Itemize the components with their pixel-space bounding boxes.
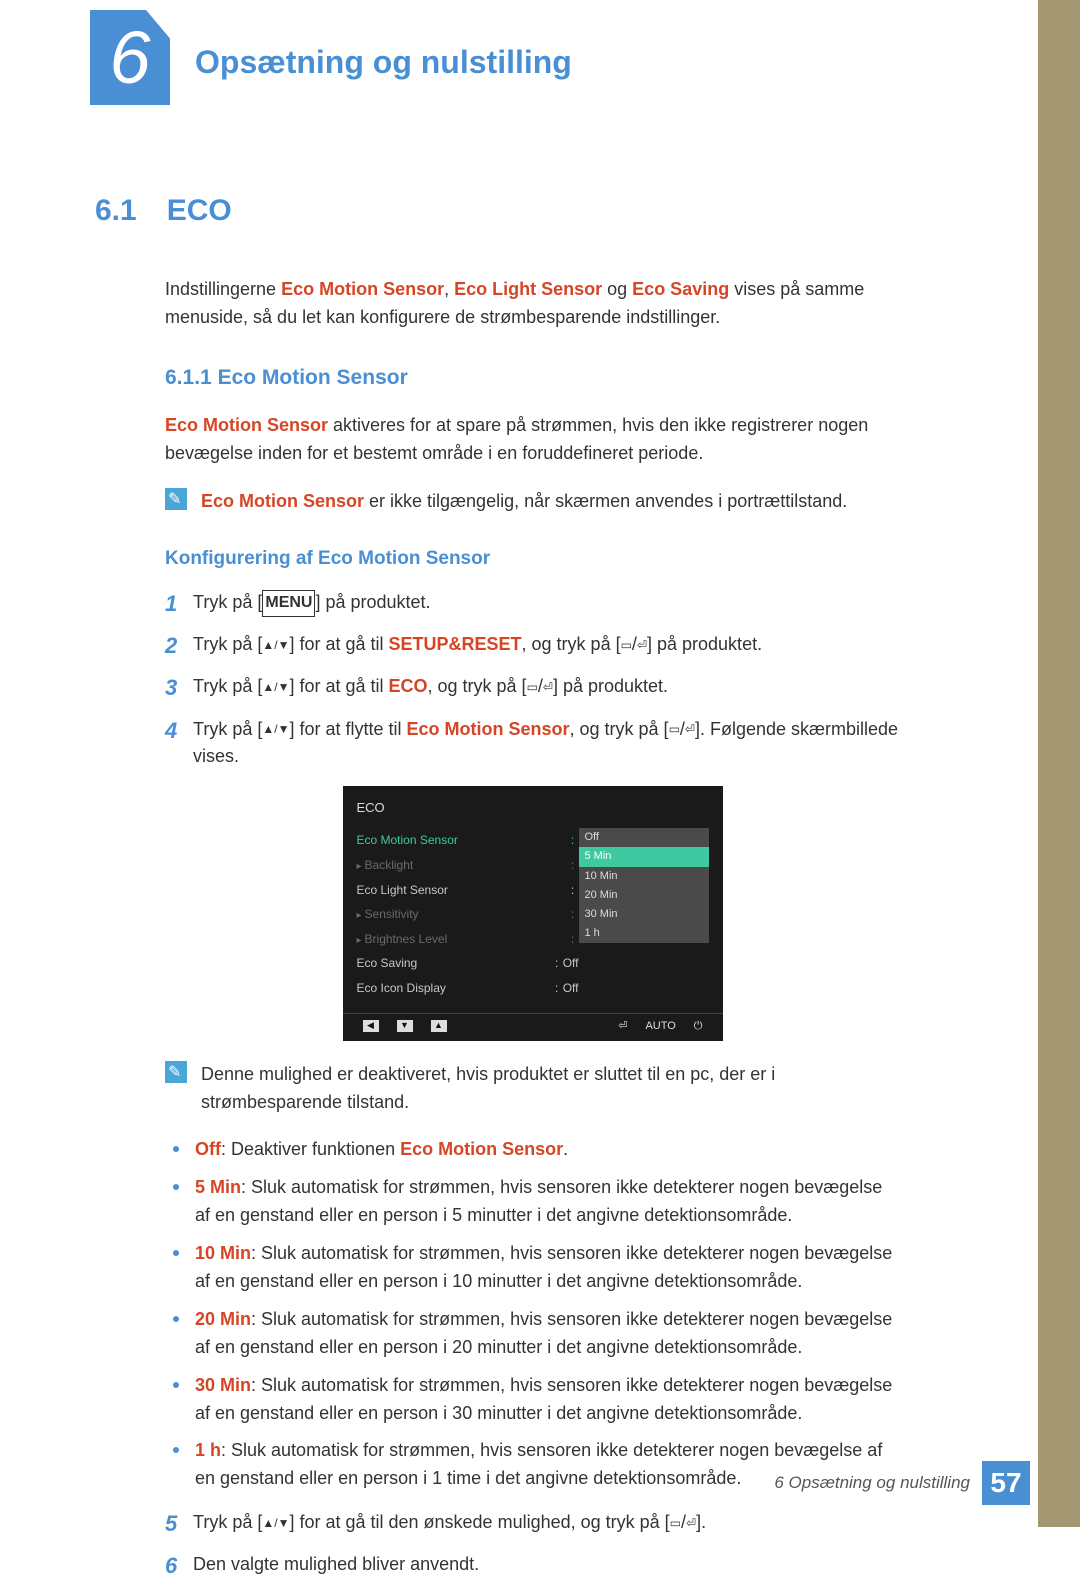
config-subheading: Konfigurering af Eco Motion Sensor — [165, 544, 900, 573]
note-icon — [165, 1061, 187, 1083]
page-footer: 6 Opsætning og nulstilling 57 — [774, 1461, 1030, 1505]
bullet-icon — [173, 1250, 179, 1256]
note-2: Denne mulighed er deaktiveret, hvis prod… — [165, 1061, 900, 1117]
osd-option: Off — [579, 828, 709, 847]
osd-option: 10 Min — [579, 867, 709, 886]
note-1: Eco Motion Sensor er ikke tilgængelig, n… — [165, 488, 900, 516]
osd-dropdown: Off5 Min10 Min20 Min30 Min1 h — [579, 828, 709, 942]
osd-item: Eco Motion Sensor: — [357, 828, 579, 853]
osd-item: Backlight: — [357, 853, 579, 878]
step-3: 3Tryk på [▲/▼] for at gå til ECO, og try… — [165, 671, 900, 705]
note-icon — [165, 488, 187, 510]
osd-footer: ◀ ▼ ▲ ⏎ AUTO ⏻ — [343, 1013, 723, 1041]
osd-auto-label: AUTO — [645, 1018, 675, 1035]
osd-item: Brightnes Level: — [357, 927, 579, 952]
content: 6.1 ECO Indstillingerne Eco Motion Senso… — [0, 120, 1000, 1583]
section-heading: 6.1 ECO — [95, 180, 900, 236]
footer-text: 6 Opsætning og nulstilling — [774, 1470, 970, 1496]
bullet-icon — [173, 1316, 179, 1322]
bullet-item: 30 Min: Sluk automatisk for strømmen, hv… — [165, 1372, 900, 1428]
step-6: 6Den valgte mulighed bliver anvendt. — [165, 1549, 900, 1583]
osd-up-icon: ▲ — [431, 1020, 447, 1032]
intro-paragraph: Indstillingerne Eco Motion Sensor, Eco L… — [165, 276, 900, 332]
osd-item: Eco Saving:Off — [357, 951, 579, 976]
side-decor — [1038, 0, 1080, 1527]
osd-option: 30 Min — [579, 905, 709, 924]
step-2: 2Tryk på [▲/▼] for at gå til SETUP&RESET… — [165, 629, 900, 663]
chapter-title: Opsætning og nulstilling — [195, 38, 572, 88]
subsection-heading: 6.1.1 Eco Motion Sensor — [165, 362, 900, 395]
osd-option: 1 h — [579, 924, 709, 943]
page-number: 57 — [982, 1461, 1030, 1505]
bullet-item: Off: Deaktiver funktionen Eco Motion Sen… — [165, 1136, 900, 1164]
chapter-number: 6 — [109, 21, 150, 95]
bullet-item: 5 Min: Sluk automatisk for strømmen, hvi… — [165, 1174, 900, 1230]
step-5: 5Tryk på [▲/▼] for at gå til den ønskede… — [165, 1507, 900, 1541]
osd-power-icon: ⏻ — [694, 1018, 703, 1035]
bullet-icon — [173, 1184, 179, 1190]
osd-down-icon: ▼ — [397, 1020, 413, 1032]
page-header: 6 Opsætning og nulstilling — [0, 0, 1080, 120]
osd-enter-icon: ⏎ — [618, 1018, 627, 1035]
osd-item: Eco Light Sensor: — [357, 878, 579, 903]
bullet-icon — [173, 1447, 179, 1453]
bullet-icon — [173, 1382, 179, 1388]
osd-title: ECO — [343, 794, 723, 828]
osd-item: Eco Icon Display:Off — [357, 976, 579, 1001]
bullet-icon — [173, 1146, 179, 1152]
chapter-badge: 6 — [90, 10, 170, 105]
osd-item: Sensitivity: — [357, 902, 579, 927]
step-4: 4Tryk på [▲/▼] for at flytte til Eco Mot… — [165, 714, 900, 772]
bullet-item: 20 Min: Sluk automatisk for strømmen, hv… — [165, 1306, 900, 1362]
bullet-item: 10 Min: Sluk automatisk for strømmen, hv… — [165, 1240, 900, 1296]
osd-option: 20 Min — [579, 886, 709, 905]
section-number: 6.1 — [95, 188, 137, 235]
osd-option: 5 Min — [579, 847, 709, 866]
section-title: ECO — [167, 188, 232, 235]
osd-prev-icon: ◀ — [363, 1020, 379, 1032]
step-1: 1Tryk på [MENU] på produktet. — [165, 587, 900, 621]
osd-menu: ECO Eco Motion Sensor:Backlight:Eco Ligh… — [343, 786, 723, 1040]
description-paragraph: Eco Motion Sensor aktiveres for at spare… — [165, 412, 900, 468]
